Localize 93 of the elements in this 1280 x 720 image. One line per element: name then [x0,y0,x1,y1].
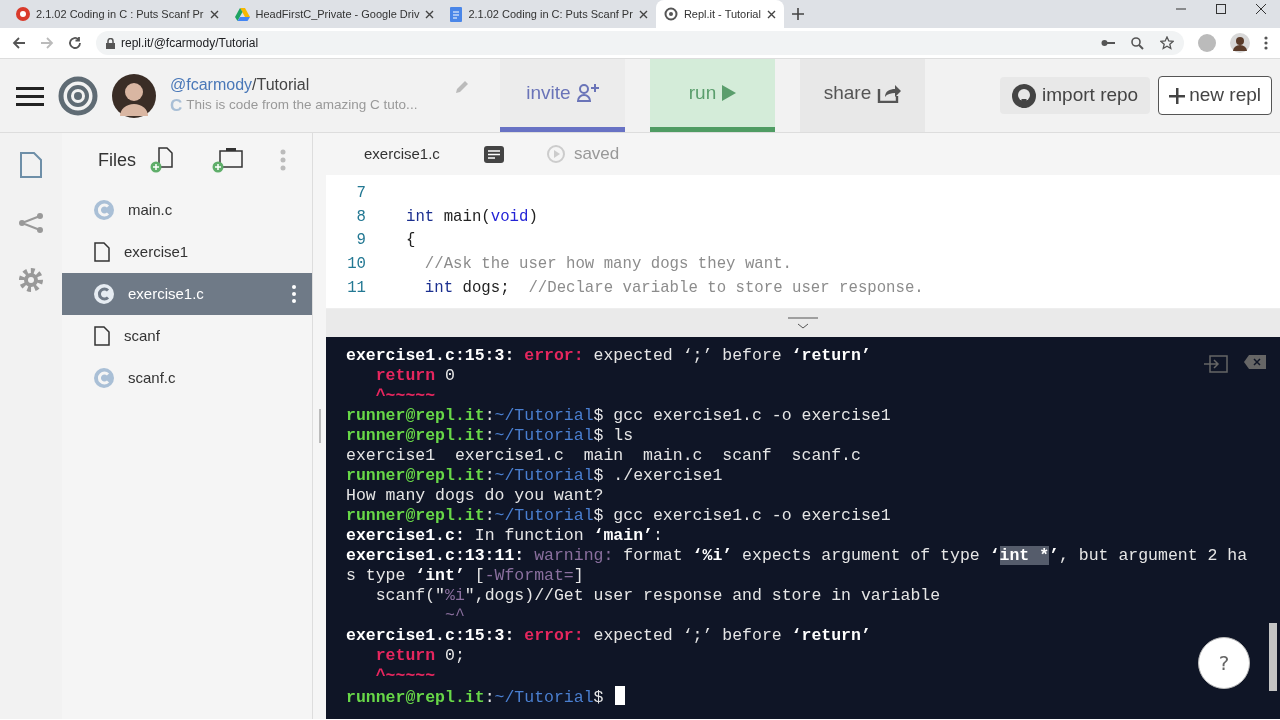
key-icon[interactable] [1101,39,1115,47]
terminal-line: scanf("%i",dogs)//Get user response and store in variable [374,586,941,606]
code-line: int dogs; //Declare variable to store user response. [423,277,924,299]
line-number: 11 [346,277,367,299]
new-tab-icon[interactable] [791,8,804,20]
language-icon: C [170,94,183,117]
back-icon[interactable] [12,36,26,50]
play-icon [722,85,737,101]
logo-icon [663,7,678,21]
url-text: repl.it/@fcarmody/Tutorial [121,35,259,52]
help-button[interactable]: ? [1198,637,1250,689]
scrollbar[interactable] [1269,623,1277,691]
document-icon [450,6,463,22]
new-repl-button[interactable]: new repl [1158,76,1272,115]
lock-icon [106,37,115,49]
c-file-icon [94,284,114,304]
drive-icon [234,7,250,21]
line-number: 10 [346,254,367,276]
file-icon [94,326,110,346]
close-icon[interactable] [425,9,435,19]
code-line: { [405,230,416,252]
terminal-line: runner@repl.it:~/Tutorial$ gcc exercise1.c -o exercise1 [346,506,891,526]
share-icon[interactable] [18,213,44,233]
terminal-line: exercise1.c:15:3: error: expected ‘;’ before ‘return’ [346,346,871,366]
file-item[interactable]: exercise1 [62,231,312,273]
line-number: 7 [355,183,367,204]
repl-name: /Tutorial [252,75,310,93]
code-line: int main(void) [405,206,538,228]
terminal-line: exercise1.c:15:3: error: expected ‘;’ before ‘return’ [346,626,871,646]
settings-icon[interactable] [18,267,44,293]
file-item[interactable]: scanf.c [62,357,312,399]
username-link[interactable]: @fcarmody [170,75,253,93]
profile-icon[interactable] [1230,33,1250,53]
more-icon[interactable] [292,285,296,303]
close-icon[interactable] [638,9,648,19]
terminal-line: ^~~~~~ [374,386,436,406]
terminal-line: runner@repl.it:~/Tutorial$ ls [346,426,634,446]
line-number: 9 [355,230,367,252]
repl-description: This is code from the amazing C tuto... [186,97,418,114]
star-icon[interactable] [1160,36,1174,50]
browser-tab[interactable]: Repl.it - Tutorial [655,0,784,28]
c-file-icon [94,200,114,220]
close-icon[interactable] [209,9,219,19]
save-status: saved [573,143,620,166]
terminal-line: runner@repl.it:~/Tutorial$ gcc exercise1.c -o exercise1 [346,406,891,426]
terminal-line: ^~~~~~ [374,666,436,686]
file-icon[interactable] [19,151,43,179]
reload-icon[interactable] [68,36,82,50]
file-item[interactable]: main.c [62,189,312,231]
terminal-line: exercise1.c: In function ‘main’: [346,526,663,546]
file-item[interactable]: exercise1.c [62,273,312,315]
zoom-icon[interactable] [1131,36,1144,50]
share-button[interactable]: share [800,59,925,132]
file-item[interactable]: scanf [62,315,312,357]
terminal-line: exercise1 exercise1.c main main.c scanf scanf.c [346,446,861,466]
browser-tab[interactable]: 2.1.02 Coding in C : Puts Scanf Pr [8,0,227,28]
terminal-line: s type ‘int’ [-Wformat=] [346,566,584,586]
address-bar[interactable]: repl.it/@fcarmody/Tutorial [96,31,1184,55]
add-file-icon[interactable] [150,147,174,173]
document-icon[interactable] [483,145,504,163]
editor-tab[interactable]: exercise1.c [364,142,440,166]
plus-icon [1169,87,1186,104]
menu-icon[interactable] [16,85,44,106]
browser-tab[interactable]: HeadFirstC_Private - Google Driv [226,0,443,28]
browser-tab[interactable]: 2.1.02 Coding in C: Puts Scanf Pr [442,0,656,28]
history-icon [545,144,566,164]
close-icon[interactable] [1256,4,1266,14]
exit-icon[interactable] [1204,355,1228,373]
code-line: //Ask the user how many dogs they want. [423,254,792,276]
add-user-icon [576,84,599,102]
add-folder-icon[interactable] [212,147,244,173]
line-number: 8 [355,206,367,228]
terminal-line: ~^ [444,606,465,626]
clear-icon[interactable] [1244,355,1266,369]
avatar[interactable] [112,73,156,118]
terminal-line: runner@repl.it:~/Tutorial$ ./exercise1 [346,466,723,486]
share-icon [877,83,902,103]
import-repo-button[interactable]: import repo [1000,77,1151,114]
terminal-line: return 0 [374,366,455,386]
file-icon [94,242,110,262]
invite-button[interactable]: invite [500,59,625,132]
files-heading: Files [98,148,136,172]
menu-icon[interactable] [1264,36,1268,50]
text-cursor [615,686,626,705]
logo-icon[interactable] [58,75,98,116]
site-icon [16,7,30,21]
close-icon[interactable] [766,9,776,19]
terminal-line: exercise1.c:13:11: warning: format ‘%i’ expects argument of type ‘int *’, but argument 2 ha [346,546,1248,566]
c-file-icon [94,368,114,388]
terminal-line: runner@repl.it:~/Tutorial$ [346,688,605,708]
terminal-line: How many dogs do you want? [346,486,604,506]
terminal-line: return 0; [374,646,465,666]
maximize-icon[interactable] [1216,4,1226,14]
